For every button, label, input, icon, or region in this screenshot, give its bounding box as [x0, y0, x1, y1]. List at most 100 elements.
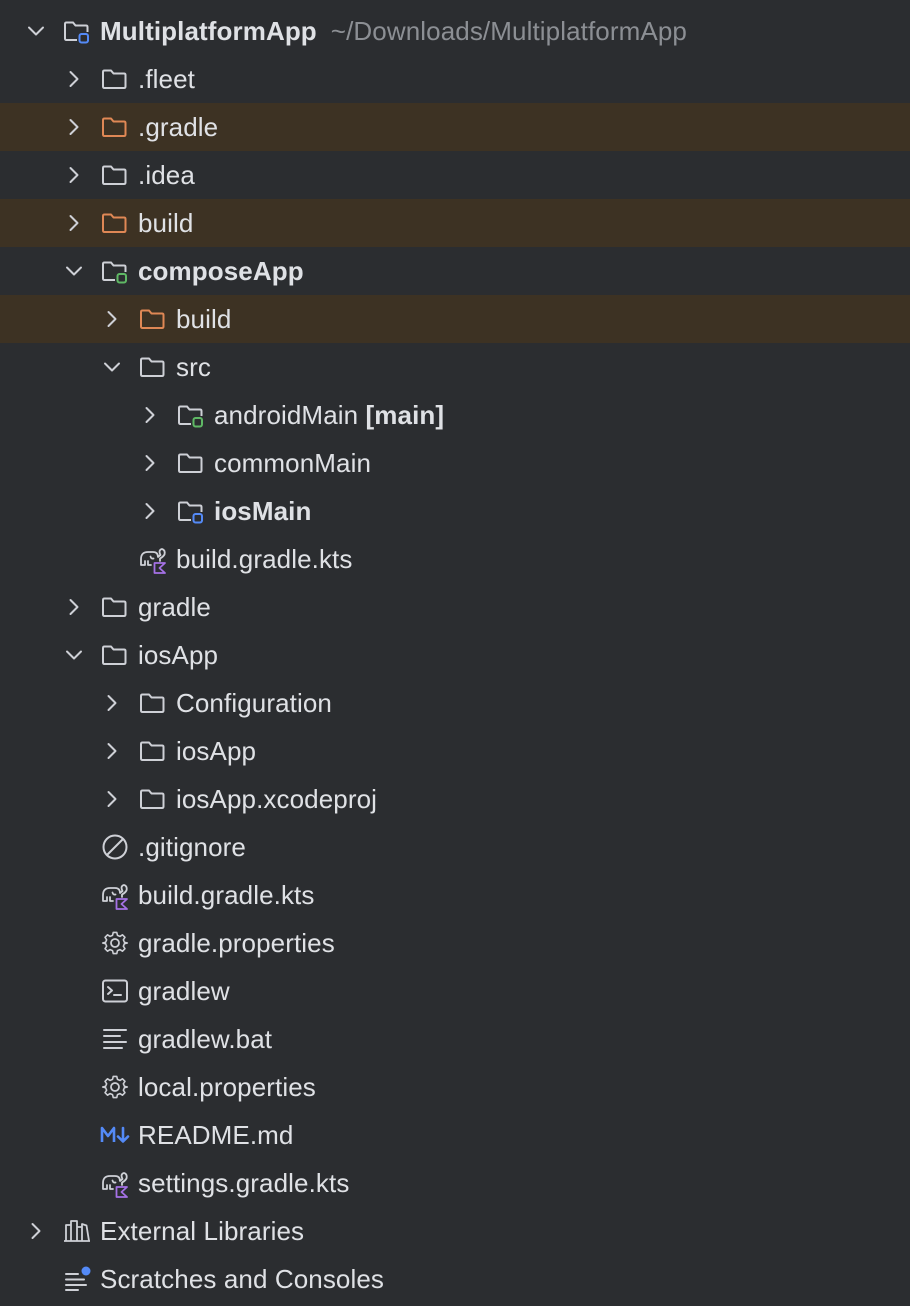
tree-row-fleet[interactable]: .fleet [0, 55, 910, 103]
chevron-right-icon[interactable] [138, 499, 162, 523]
gear-icon [101, 1075, 129, 1099]
tree-item-label: iosApp [138, 640, 219, 670]
folder-icon [140, 693, 165, 713]
tree-row-composeapp-build-gradle-kts[interactable]: build.gradle.kts [0, 535, 910, 583]
tree-row-gradle-dir[interactable]: .gradle [0, 103, 910, 151]
tree-item-label: .fleet [138, 64, 195, 94]
chevron-down-icon[interactable] [24, 19, 48, 43]
tree-item-label: Configuration [176, 688, 332, 718]
tree-row-gradle-properties[interactable]: gradle.properties [0, 919, 910, 967]
tree-row-gradlew-bat[interactable]: gradlew.bat [0, 1015, 910, 1063]
folder-icon [140, 357, 165, 377]
chevron-right-icon[interactable] [62, 67, 86, 91]
tree-item-label: iosApp.xcodeproj [176, 784, 378, 814]
folder-icon [140, 789, 165, 809]
terminal-icon [102, 979, 128, 1003]
chevron-right-icon[interactable] [24, 1219, 48, 1243]
tree-row-xcodeproj[interactable]: iosApp.xcodeproj [0, 775, 910, 823]
tree-row-composeapp-build[interactable]: build [0, 295, 910, 343]
folder-icon [102, 69, 127, 89]
excluded-folder-icon [140, 309, 165, 329]
chevron-right-icon[interactable] [62, 211, 86, 235]
chevron-down-icon[interactable] [100, 355, 124, 379]
folder-icon [140, 741, 165, 761]
tree-item-label: composeApp [138, 256, 304, 286]
text-file-icon [103, 1029, 127, 1049]
tree-row-androidmain[interactable]: androidMain [main] [0, 391, 910, 439]
tree-row-src[interactable]: src [0, 343, 910, 391]
chevron-down-icon[interactable] [62, 643, 86, 667]
tree-row-local-properties[interactable]: local.properties [0, 1063, 910, 1111]
chevron-right-icon[interactable] [62, 595, 86, 619]
source-root-folder-icon [178, 405, 203, 428]
excluded-folder-icon [102, 213, 127, 233]
gradle-kotlin-icon [102, 884, 128, 910]
module-folder-icon [102, 261, 127, 284]
markdown-icon [100, 1126, 130, 1143]
tree-row-build[interactable]: build [0, 199, 910, 247]
tree-row-external-libraries[interactable]: External Libraries [0, 1207, 910, 1255]
chevron-right-icon[interactable] [100, 787, 124, 811]
project-tree: MultiplatformApp ~/Downloads/Multiplatfor… [0, 0, 910, 1306]
gradle-kotlin-icon [140, 548, 166, 574]
chevron-right-icon[interactable] [62, 163, 86, 187]
library-icon [64, 1220, 90, 1242]
chevron-right-icon[interactable] [100, 307, 124, 331]
tree-row-settings-gradle-kts[interactable]: settings.gradle.kts [0, 1159, 910, 1207]
tree-item-label: local.properties [138, 1072, 316, 1102]
tree-row-gitignore[interactable]: .gitignore [0, 823, 910, 871]
tree-row-build-gradle-kts[interactable]: build.gradle.kts [0, 871, 910, 919]
tree-row-iosapp-sub[interactable]: iosApp [0, 727, 910, 775]
tree-row-idea[interactable]: .idea [0, 151, 910, 199]
chevron-right-icon[interactable] [138, 403, 162, 427]
tree-row-gradlew[interactable]: gradlew [0, 967, 910, 1015]
scratches-icon [65, 1266, 91, 1291]
ignore-file-icon [102, 834, 128, 860]
tree-item-label: build [176, 304, 232, 334]
chevron-right-icon[interactable] [100, 691, 124, 715]
tree-item-label: .gradle [138, 112, 219, 142]
chevron-right-icon[interactable] [100, 739, 124, 763]
tree-item-label: gradle.properties [138, 928, 335, 958]
tree-item-label: iosApp [176, 736, 257, 766]
tree-item-label: iosMain [214, 496, 312, 526]
tree-item-label: build.gradle.kts [176, 544, 353, 574]
tree-item-label: gradle [138, 592, 211, 622]
tree-item-label: .gitignore [138, 832, 246, 862]
tree-item-label: commonMain [214, 448, 372, 478]
folder-icon [102, 597, 127, 617]
tree-item-label: build.gradle.kts [138, 880, 315, 910]
folder-icon [102, 165, 127, 185]
tree-item-label: README.md [138, 1120, 294, 1150]
tree-item-label: External Libraries [100, 1216, 305, 1246]
tree-item-label: Scratches and Consoles [100, 1264, 385, 1294]
tree-item-label: gradlew.bat [138, 1024, 273, 1054]
root-path: ~/Downloads/MultiplatformApp [330, 16, 687, 46]
tree-item-label: gradlew [138, 976, 230, 1006]
tree-row-readme[interactable]: README.md [0, 1111, 910, 1159]
tree-item-label: settings.gradle.kts [138, 1168, 350, 1198]
tree-item-label: src [176, 352, 211, 382]
chevron-down-icon[interactable] [62, 259, 86, 283]
tree-row-commonmain[interactable]: commonMain [0, 439, 910, 487]
source-set-tag: [main] [365, 400, 445, 430]
tree-row-root[interactable]: MultiplatformApp ~/Downloads/Multiplatfor… [0, 7, 910, 55]
gear-icon [101, 931, 129, 955]
tree-item-label: build [138, 208, 194, 238]
root-label: MultiplatformApp ~/Downloads/Multiplatfor… [100, 16, 687, 46]
tree-row-iosmain[interactable]: iosMain [0, 487, 910, 535]
tree-row-composeapp[interactable]: composeApp [0, 247, 910, 295]
module-folder-icon [178, 501, 203, 524]
tree-row-iosapp[interactable]: iosApp [0, 631, 910, 679]
tree-row-gradle[interactable]: gradle [0, 583, 910, 631]
folder-icon [178, 453, 203, 473]
chevron-right-icon[interactable] [138, 451, 162, 475]
gradle-kotlin-icon [102, 1172, 128, 1198]
folder-icon [102, 645, 127, 665]
tree-item-label: .idea [138, 160, 195, 190]
tree-item-label: androidMain [main] [214, 400, 445, 430]
tree-row-scratches[interactable]: Scratches and Consoles [0, 1255, 910, 1303]
tree-row-configuration[interactable]: Configuration [0, 679, 910, 727]
module-folder-icon [64, 21, 89, 44]
chevron-right-icon[interactable] [62, 115, 86, 139]
